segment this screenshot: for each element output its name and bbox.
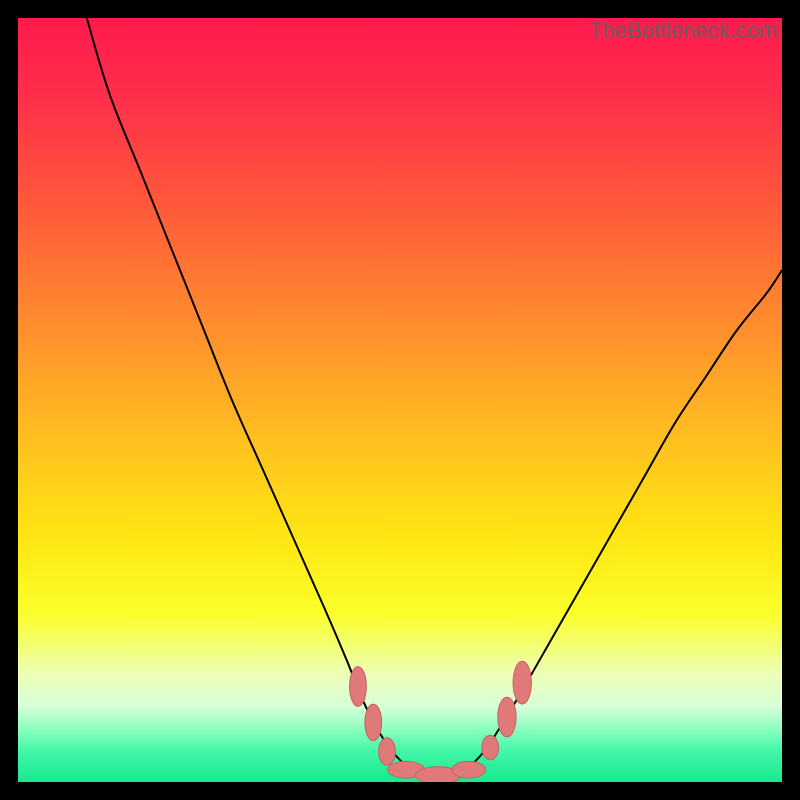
curve-layer (18, 18, 782, 782)
marker-group (350, 661, 532, 782)
curve-marker (513, 661, 531, 704)
chart-frame: TheBottleneck.com (18, 18, 782, 782)
bottleneck-curve (87, 18, 782, 775)
plot-area: TheBottleneck.com (18, 18, 782, 782)
curve-marker (452, 761, 486, 778)
curve-marker (365, 704, 382, 741)
curve-marker (482, 735, 499, 759)
curve-marker (498, 697, 516, 737)
watermark-text: TheBottleneck.com (590, 18, 778, 44)
curve-marker (379, 738, 396, 766)
curve-marker (350, 667, 367, 707)
